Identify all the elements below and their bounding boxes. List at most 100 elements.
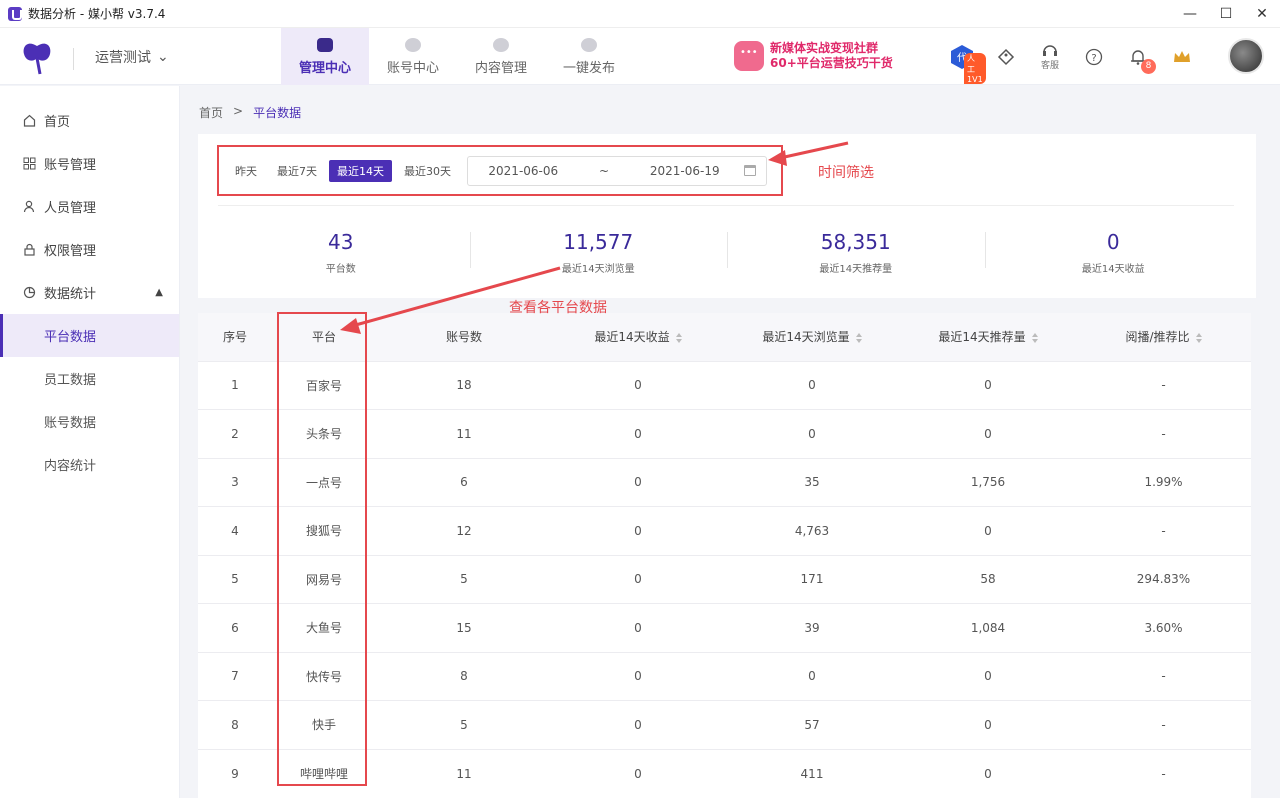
nav-label: 账号中心 bbox=[386, 61, 439, 76]
breadcrumb-separator: > bbox=[233, 104, 244, 118]
top-bar: 运营测试 ⌄ 管理中心 账号中心 内容管理 一键发布 新媒体实战变现社群 60+… bbox=[0, 28, 1280, 85]
sort-icon[interactable] bbox=[1196, 333, 1202, 343]
cell-account-count: 18 bbox=[376, 360, 552, 410]
cell-account-count: 12 bbox=[376, 506, 552, 555]
column-header-views[interactable]: 最近14天浏览量 bbox=[724, 313, 900, 361]
avatar[interactable] bbox=[1228, 38, 1264, 74]
sort-icon[interactable] bbox=[856, 333, 862, 343]
notifications-button[interactable]: 8 bbox=[1116, 48, 1160, 74]
cell-ratio: - bbox=[1076, 409, 1251, 458]
table-row: 8 快手 5 0 57 0- bbox=[198, 700, 1251, 749]
cell-ratio: - bbox=[1076, 360, 1251, 410]
table-row: 9 哔哩哔哩 11 0 411 0- bbox=[198, 748, 1251, 798]
cell-views: 35 bbox=[724, 457, 900, 507]
cell-views: 171 bbox=[724, 554, 900, 604]
date-range-picker[interactable]: 2021-06-06 ~ 2021-06-19 bbox=[467, 155, 767, 186]
cell-views: 0 bbox=[724, 360, 900, 410]
maximize-button[interactable]: ☐ bbox=[1208, 0, 1244, 28]
sidebar-item-content-stats[interactable]: 内容统计 bbox=[0, 443, 179, 486]
header-actions: 代 人工1V1 客服 ? 8 bbox=[940, 28, 1204, 85]
cell-views: 4,763 bbox=[724, 506, 900, 555]
cell-revenue: 0 bbox=[552, 360, 724, 410]
main-nav: 管理中心 账号中心 内容管理 一键发布 bbox=[281, 28, 633, 85]
sidebar-item-employee-data[interactable]: 员工数据 bbox=[0, 357, 179, 400]
nav-one-click-publish[interactable]: 一键发布 bbox=[545, 28, 633, 85]
table-header-row: 序号 平台 账号数 最近14天收益 最近14天浏览量 最近14天推荐量 阅播/推… bbox=[198, 313, 1251, 361]
chat-bubble-icon bbox=[734, 41, 764, 71]
cell-platform: 快手 bbox=[272, 700, 376, 749]
headset-icon bbox=[1043, 45, 1057, 56]
sidebar-item-platform-data[interactable]: 平台数据 bbox=[0, 314, 179, 357]
cell-recommendations: 0 bbox=[900, 506, 1076, 555]
filter-30-days[interactable]: 最近30天 bbox=[396, 160, 459, 182]
cell-index: 6 bbox=[198, 603, 272, 652]
cell-revenue: 0 bbox=[552, 748, 724, 798]
divider bbox=[218, 205, 1234, 206]
sidebar-item-label: 首页 bbox=[44, 115, 71, 130]
help-button[interactable]: ? bbox=[1072, 48, 1116, 66]
logo-icon bbox=[23, 43, 51, 75]
org-selector[interactable]: 运营测试 ⌄ bbox=[95, 47, 169, 67]
minimize-button[interactable]: — bbox=[1172, 0, 1208, 28]
cell-recommendations: 0 bbox=[900, 409, 1076, 458]
org-label: 运营测试 bbox=[95, 50, 151, 66]
ai-service-button[interactable]: 代 人工1V1 bbox=[940, 44, 986, 84]
cell-ratio: - bbox=[1076, 651, 1251, 701]
cell-account-count: 6 bbox=[376, 457, 552, 507]
stat-revenue: 0 最近14天收益 bbox=[984, 230, 1243, 275]
nav-label: 一键发布 bbox=[562, 61, 615, 76]
sidebar-item-home[interactable]: 首页 bbox=[0, 99, 179, 142]
breadcrumb: 首页 > 平台数据 bbox=[199, 104, 301, 121]
sidebar-item-permissions[interactable]: 权限管理 bbox=[0, 228, 179, 271]
window-controls: — ☐ ✕ bbox=[1172, 0, 1280, 28]
sidebar-item-label: 账号管理 bbox=[44, 158, 97, 173]
gift-button[interactable] bbox=[984, 48, 1028, 66]
annotation-time-filter: 时间筛选 bbox=[818, 165, 874, 181]
filter-7-days[interactable]: 最近7天 bbox=[269, 160, 325, 182]
sidebar-item-statistics[interactable]: 数据统计 ▲ bbox=[0, 271, 179, 314]
stat-platform-count: 43 平台数 bbox=[212, 230, 470, 275]
chart-icon bbox=[22, 286, 36, 300]
sidebar-item-personnel[interactable]: 人员管理 bbox=[0, 185, 179, 228]
sort-icon[interactable] bbox=[1032, 333, 1038, 343]
breadcrumb-home[interactable]: 首页 bbox=[199, 104, 223, 121]
filter-14-days[interactable]: 最近14天 bbox=[329, 159, 392, 182]
sidebar-item-accounts[interactable]: 账号管理 bbox=[0, 142, 179, 185]
column-header-ratio[interactable]: 阅播/推荐比 bbox=[1076, 313, 1251, 361]
cell-account-count: 5 bbox=[376, 554, 552, 604]
filter-yesterday[interactable]: 昨天 bbox=[227, 160, 265, 182]
start-date: 2021-06-06 bbox=[488, 163, 559, 178]
column-header-revenue[interactable]: 最近14天收益 bbox=[552, 313, 724, 361]
table-row: 2 头条号 11 0 0 0- bbox=[198, 409, 1251, 458]
ai-badge: 人工1V1 bbox=[964, 52, 986, 84]
cell-index: 7 bbox=[198, 651, 272, 701]
column-header-account-count: 账号数 bbox=[376, 313, 552, 361]
table-row: 4 搜狐号 12 0 4,763 0- bbox=[198, 506, 1251, 555]
platform-table: 序号 平台 账号数 最近14天收益 最近14天浏览量 最近14天推荐量 阅播/推… bbox=[198, 313, 1251, 798]
breadcrumb-current: 平台数据 bbox=[253, 106, 302, 120]
column-header-recommendations[interactable]: 最近14天推荐量 bbox=[900, 313, 1076, 361]
nav-management-center[interactable]: 管理中心 bbox=[281, 28, 369, 85]
cell-index: 9 bbox=[198, 748, 272, 798]
table-row: 5 网易号 5 0 171 58 294.83% bbox=[198, 554, 1251, 604]
nav-content-management[interactable]: 内容管理 bbox=[457, 28, 545, 85]
cell-index: 3 bbox=[198, 457, 272, 507]
table-row: 3 一点号 6 0 35 1,756 1.99% bbox=[198, 457, 1251, 507]
stat-value: 11,577 bbox=[563, 230, 634, 254]
sidebar-item-account-data[interactable]: 账号数据 bbox=[0, 400, 179, 443]
cell-views: 57 bbox=[724, 700, 900, 749]
person-icon bbox=[22, 200, 36, 214]
cell-revenue: 0 bbox=[552, 506, 724, 555]
promo-line-2: 60+平台运营技巧干货 bbox=[770, 56, 893, 70]
nav-label: 内容管理 bbox=[474, 61, 527, 76]
sort-icon[interactable] bbox=[676, 333, 682, 343]
time-filter: 昨天 最近7天 最近14天 最近30天 2021-06-06 ~ 2021-06… bbox=[217, 145, 783, 196]
vip-button[interactable] bbox=[1160, 49, 1204, 65]
promo-banner[interactable]: 新媒体实战变现社群 60+平台运营技巧干货 bbox=[734, 41, 893, 71]
cell-platform: 网易号 bbox=[272, 554, 376, 604]
customer-service-button[interactable]: 客服 bbox=[1028, 42, 1072, 71]
cell-revenue: 0 bbox=[552, 457, 724, 507]
cell-ratio: - bbox=[1076, 700, 1251, 749]
close-button[interactable]: ✕ bbox=[1244, 0, 1280, 28]
nav-account-center[interactable]: 账号中心 bbox=[369, 28, 457, 85]
